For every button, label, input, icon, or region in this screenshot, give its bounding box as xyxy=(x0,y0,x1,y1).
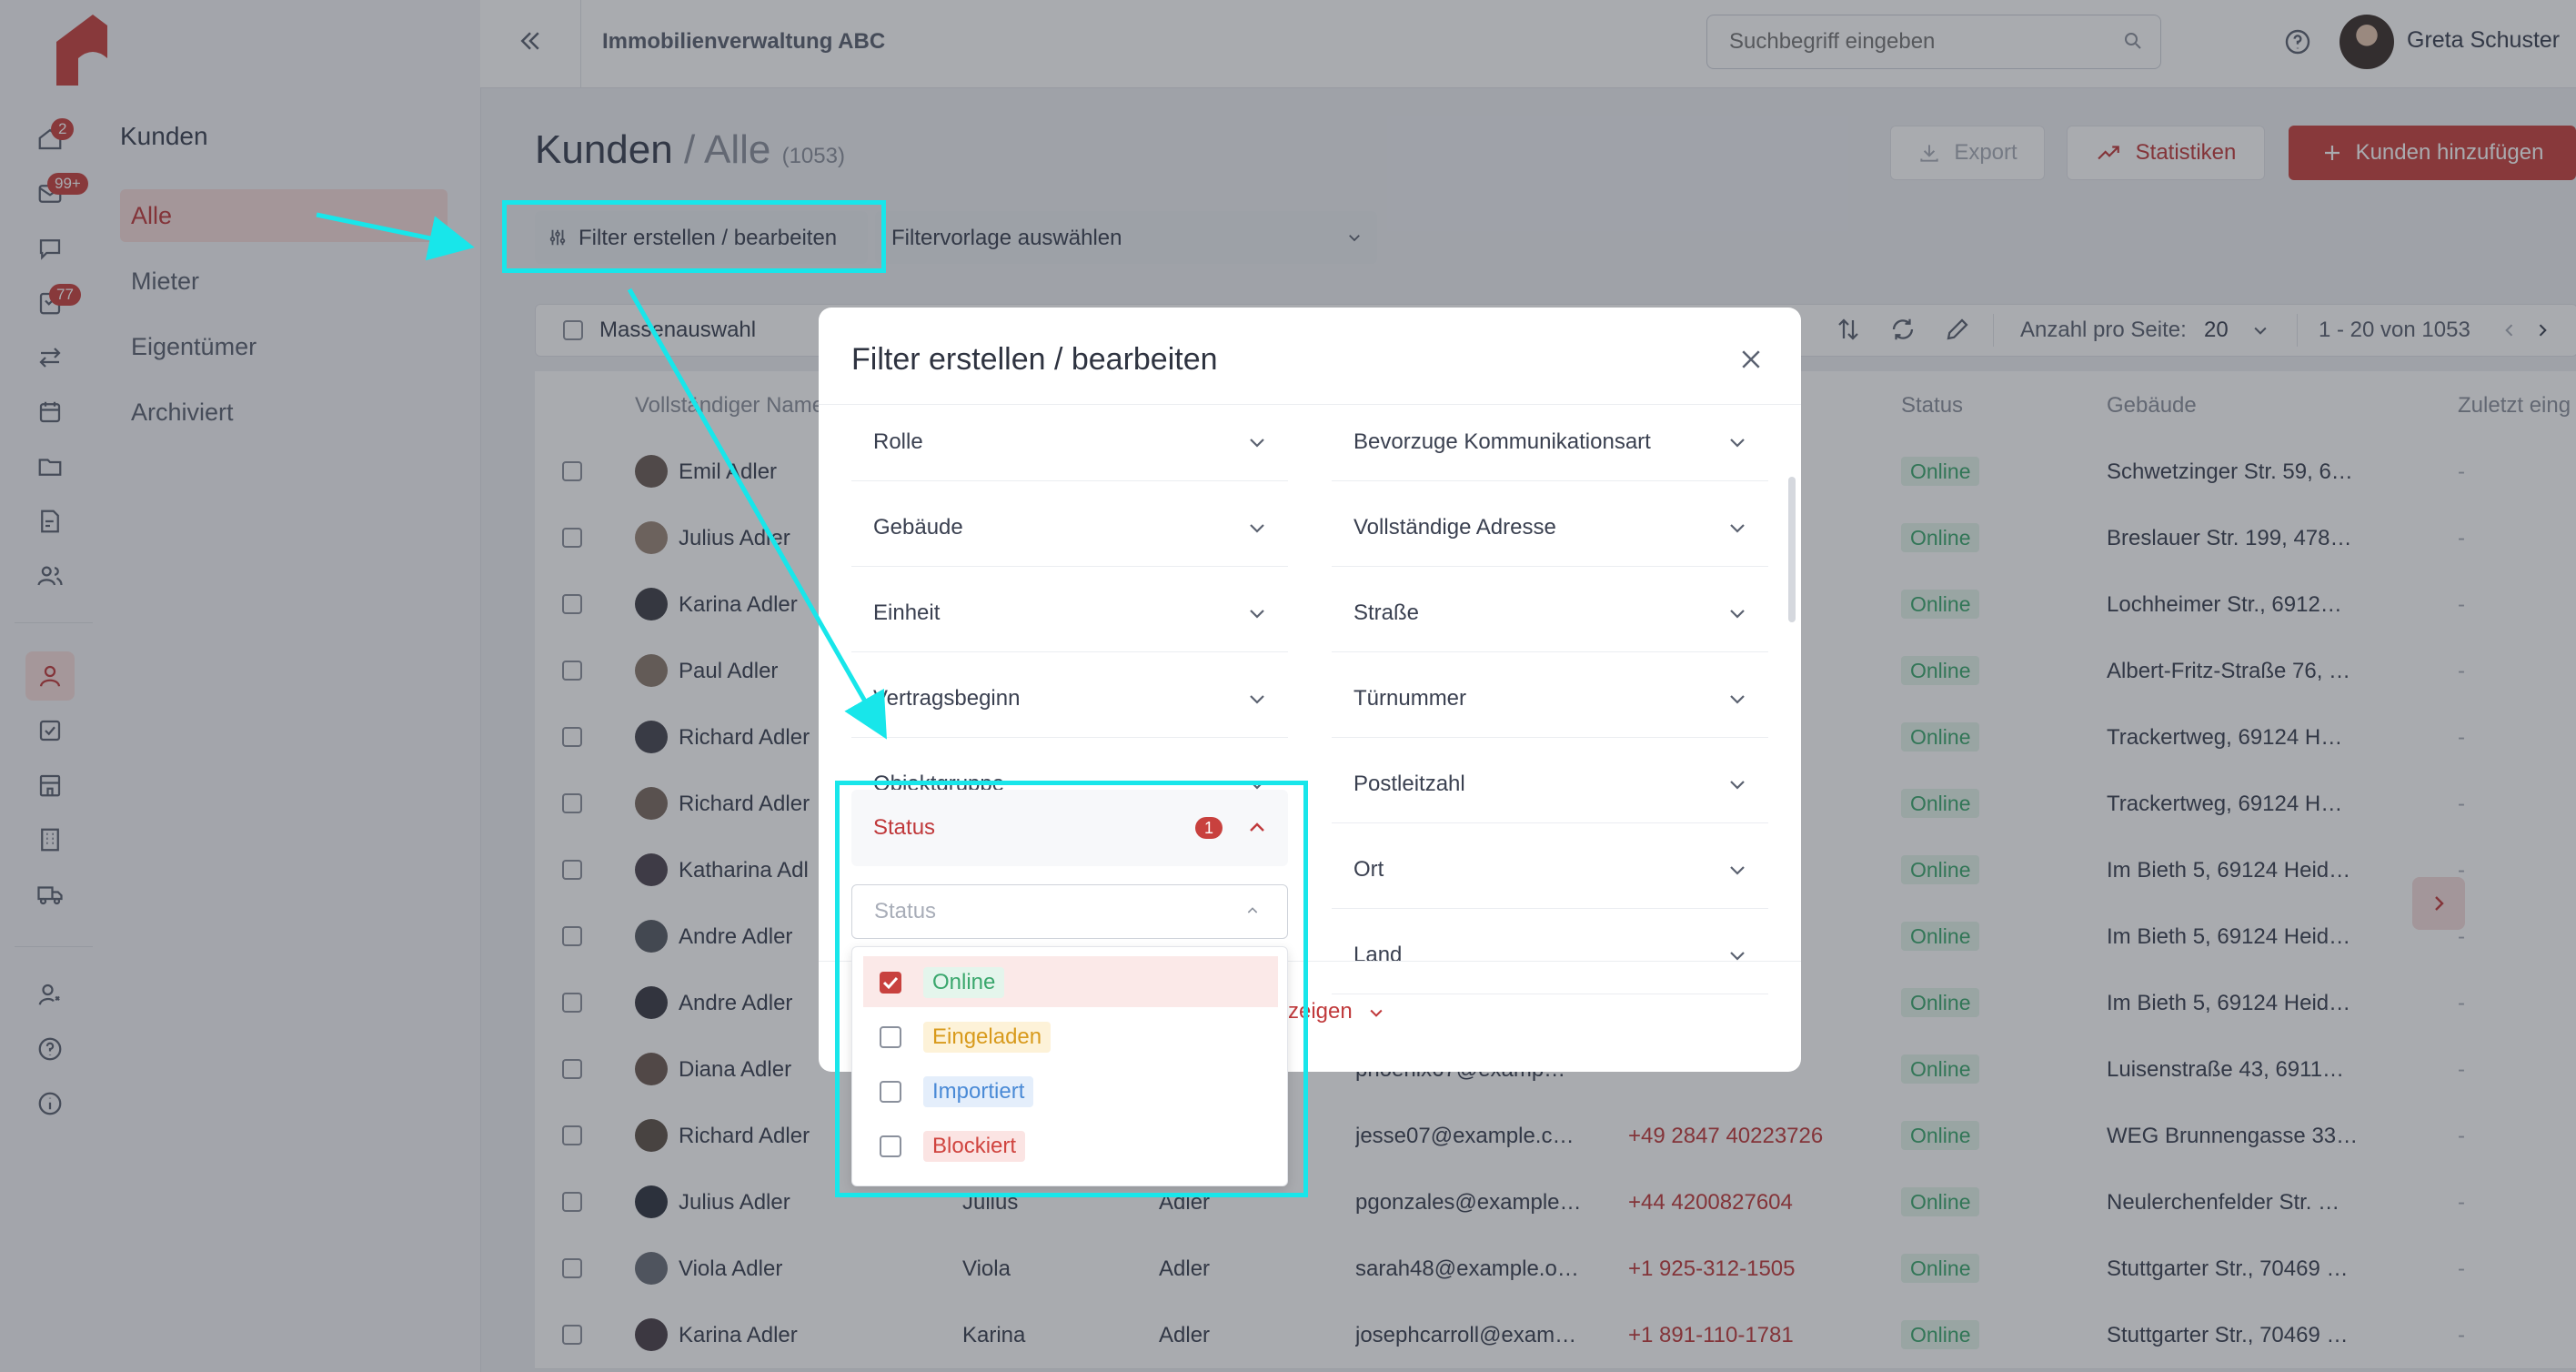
arrow-to-filter-button xyxy=(316,212,475,261)
arrow-to-status-filter xyxy=(627,288,887,740)
annotation-arrows xyxy=(316,212,887,740)
